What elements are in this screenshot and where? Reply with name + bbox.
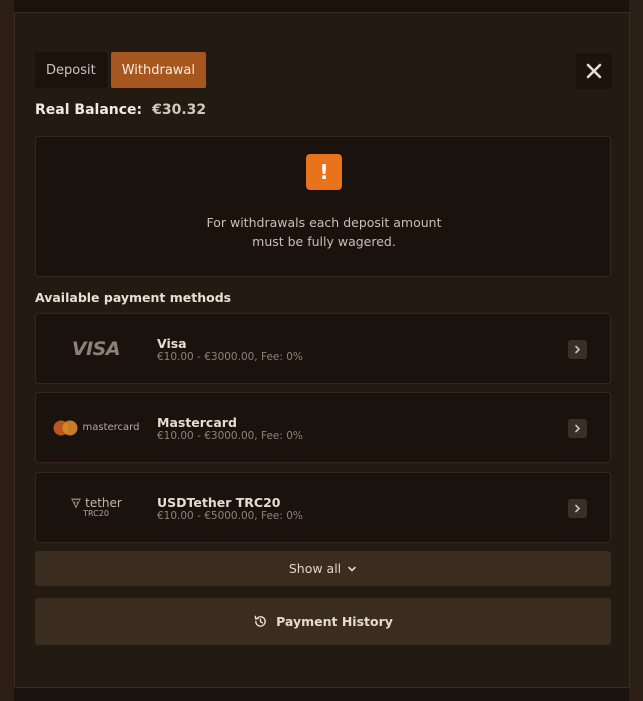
mastercard-logo-text: mastercard	[82, 422, 140, 433]
notice-line-2: must be fully wagered.	[252, 234, 396, 249]
payment-method-visa[interactable]: VISA Visa €10.00 - €3000.00, Fee: 0%	[35, 313, 611, 384]
show-all-button[interactable]: Show all	[35, 551, 611, 586]
method-name: USDTether TRC20	[157, 495, 281, 510]
method-range: €10.00 - €5000.00, Fee: 0%	[157, 510, 303, 522]
balance-value: €30.32	[152, 102, 207, 118]
background-right	[629, 0, 643, 701]
balance-label: Real Balance:	[35, 102, 143, 118]
chevron-right-icon	[568, 499, 587, 518]
payment-history-button[interactable]: Payment History	[35, 598, 611, 645]
payment-method-tether[interactable]: tether TRC20 USDTether TRC20 €10.00 - €5…	[35, 472, 611, 543]
method-name: Mastercard	[157, 415, 237, 430]
close-icon	[586, 63, 602, 79]
tether-logo-text: tether	[85, 496, 122, 510]
visa-logo-text: VISA	[71, 337, 121, 360]
tether-logo: tether TRC20	[36, 473, 156, 542]
exclamation-icon: !	[306, 154, 342, 190]
payment-methods-title: Available payment methods	[35, 290, 232, 305]
history-icon	[254, 615, 266, 627]
visa-logo: VISA	[36, 314, 156, 383]
chevron-right-icon	[568, 419, 587, 438]
withdrawal-notice: ! For withdrawals each deposit amount mu…	[35, 136, 611, 277]
tab-withdrawal[interactable]: Withdrawal	[110, 52, 206, 88]
background-left	[0, 0, 14, 701]
notice-line-1: For withdrawals each deposit amount	[206, 215, 442, 230]
withdrawal-modal: Deposit Withdrawal Real Balance: €30.32 …	[14, 12, 630, 688]
mastercard-logo: mastercard	[36, 393, 156, 462]
tab-bar: Deposit Withdrawal	[35, 52, 206, 88]
method-range: €10.00 - €3000.00, Fee: 0%	[157, 351, 303, 363]
close-button[interactable]	[576, 53, 612, 89]
payment-history-label: Payment History	[276, 614, 393, 629]
method-name: Visa	[157, 336, 187, 351]
show-all-label: Show all	[288, 561, 342, 576]
payment-method-mastercard[interactable]: mastercard Mastercard €10.00 - €3000.00,…	[35, 392, 611, 463]
notice-text: For withdrawals each deposit amount must…	[36, 213, 612, 251]
balance-row: Real Balance: €30.32	[35, 102, 206, 118]
method-range: €10.00 - €3000.00, Fee: 0%	[157, 430, 303, 442]
tether-logo-subtext: TRC20	[83, 509, 109, 518]
chevron-down-icon	[348, 566, 356, 572]
tab-deposit[interactable]: Deposit	[35, 52, 107, 88]
chevron-right-icon	[568, 340, 587, 359]
mastercard-circles-icon	[53, 420, 78, 435]
tether-icon	[71, 498, 82, 508]
